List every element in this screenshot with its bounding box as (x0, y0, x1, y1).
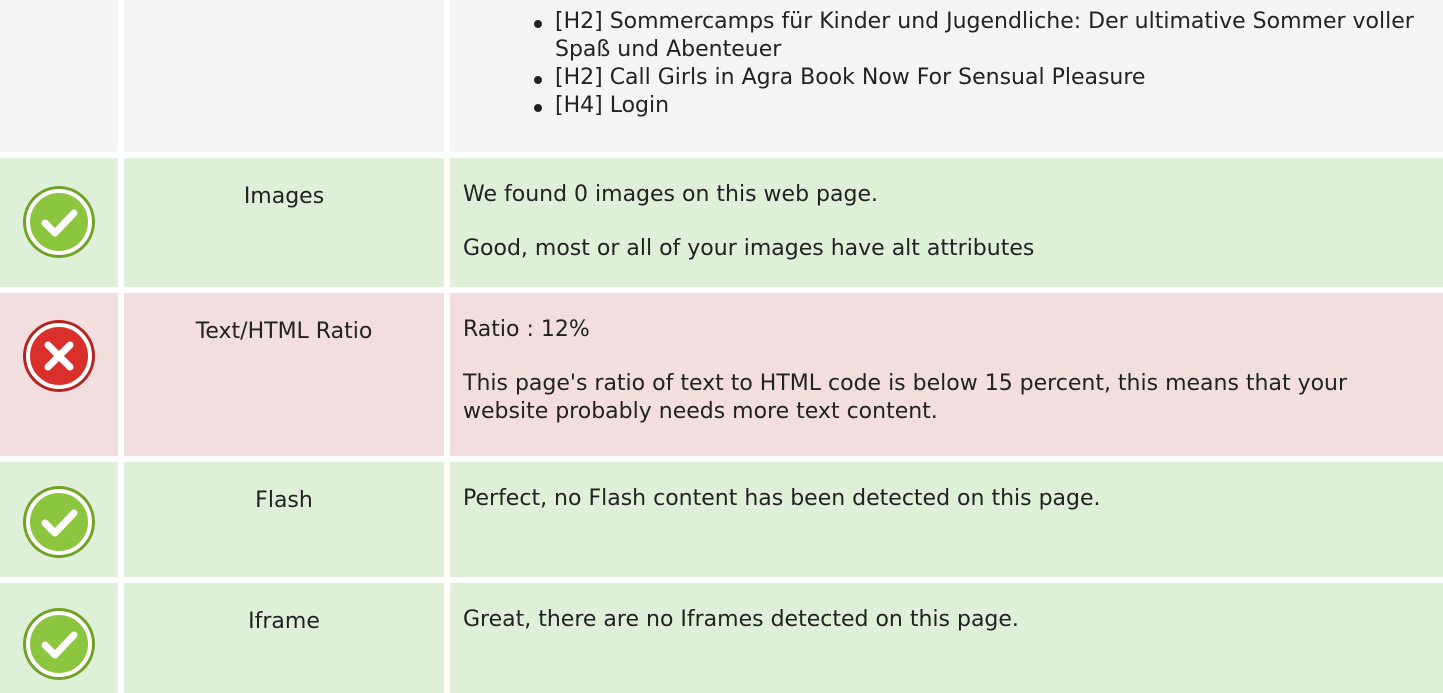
text-html-ratio-row: Text/HTML Ratio Ratio : 12% This page's … (0, 293, 1443, 456)
images-label-cell: Images (124, 158, 444, 287)
row-label: Images (243, 184, 325, 209)
result-text: This page's ratio of text to HTML code i… (463, 371, 1348, 424)
heading-item: [H2] Call Girls in Agra Book Now For Sen… (532, 64, 1443, 92)
check-circle-icon (23, 608, 95, 680)
result-text: Great, there are no Iframes detected on … (463, 607, 1019, 632)
ratio-label-cell: Text/HTML Ratio (124, 293, 444, 456)
result-text: Perfect, no Flash content has been detec… (463, 486, 1101, 511)
flash-row: Flash Perfect, no Flash content has been… (0, 462, 1443, 577)
iframe-row: Iframe Great, there are no Iframes detec… (0, 583, 1443, 693)
flash-label-cell: Flash (124, 462, 444, 577)
images-content-cell: We found 0 images on this web page. Good… (450, 158, 1443, 287)
check-circle-icon (23, 186, 95, 258)
ratio-content-cell: Ratio : 12% This page's ratio of text to… (450, 293, 1443, 456)
iframe-label-cell: Iframe (124, 583, 444, 693)
result-text: We found 0 images on this web page. (463, 182, 878, 207)
headings-content-cell: [H2] Sommercamps für Kinder und Jugendli… (450, 0, 1443, 152)
ratio-icon-cell (0, 293, 118, 456)
headings-icon-cell (0, 0, 118, 152)
headings-label-cell (124, 0, 444, 152)
images-icon-cell (0, 158, 118, 287)
x-circle-icon (23, 320, 95, 392)
result-text: Good, most or all of your images have al… (463, 236, 1035, 261)
iframe-icon-cell (0, 583, 118, 693)
heading-item: [H4] Login (532, 92, 1443, 120)
flash-icon-cell (0, 462, 118, 577)
flash-content-cell: Perfect, no Flash content has been detec… (450, 462, 1443, 577)
row-label: Flash (255, 488, 313, 513)
images-row: Images We found 0 images on this web pag… (0, 158, 1443, 287)
result-text: Ratio : 12% (463, 317, 590, 342)
headings-list: [H2] Sommercamps für Kinder und Jugendli… (450, 0, 1443, 120)
headings-row: [H2] Sommercamps für Kinder und Jugendli… (0, 0, 1443, 152)
row-label: Iframe (248, 609, 320, 634)
iframe-content-cell: Great, there are no Iframes detected on … (450, 583, 1443, 693)
heading-item: [H2] Sommercamps für Kinder und Jugendli… (532, 8, 1443, 64)
check-circle-icon (23, 486, 95, 558)
row-label: Text/HTML Ratio (195, 319, 373, 344)
